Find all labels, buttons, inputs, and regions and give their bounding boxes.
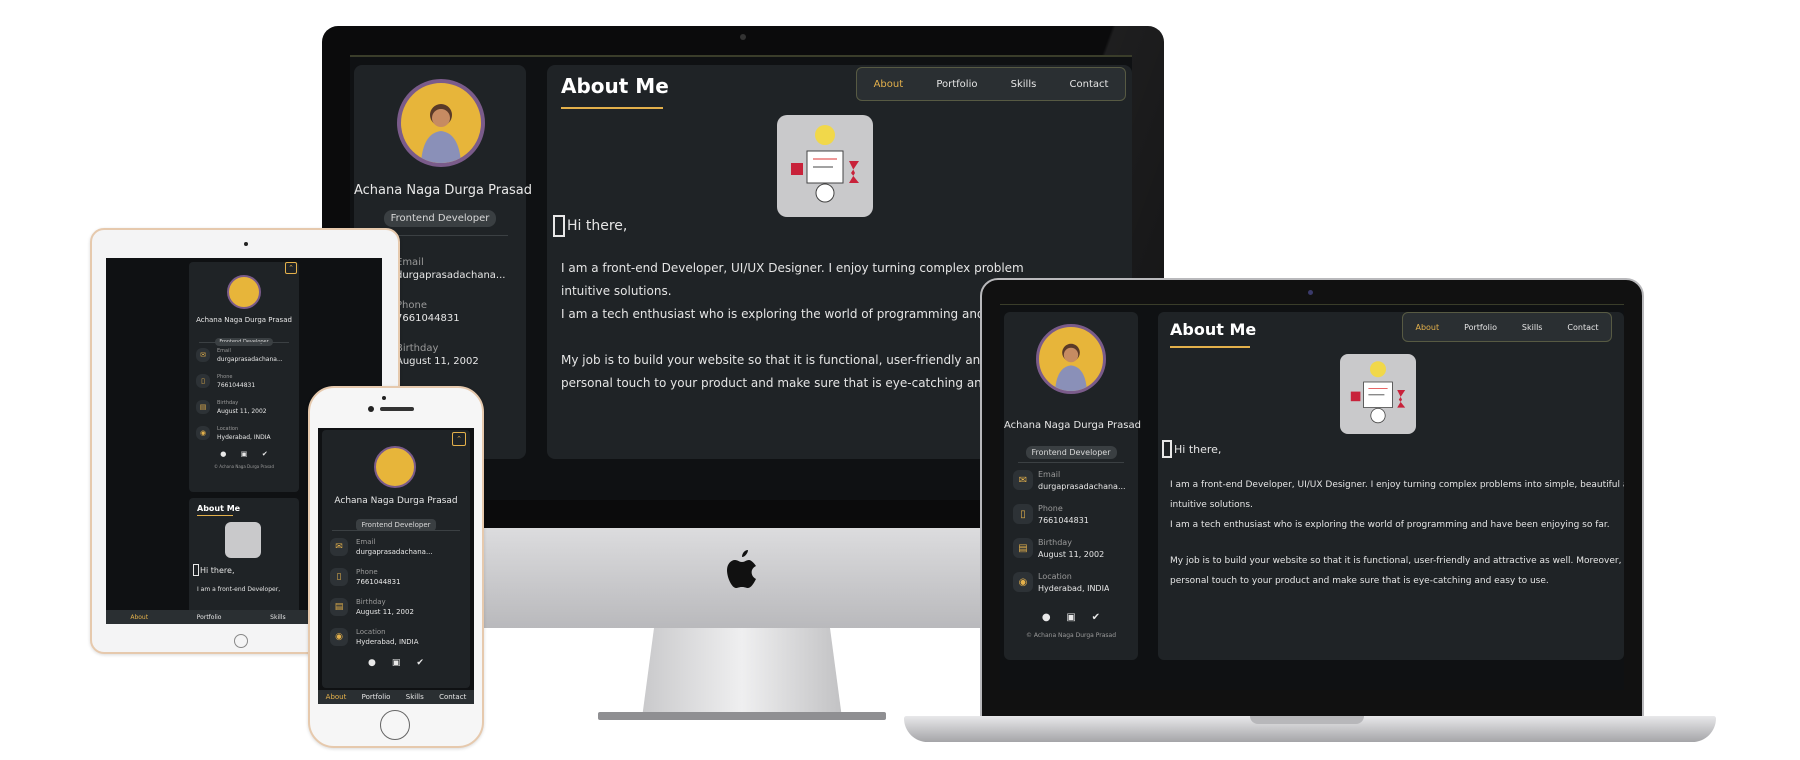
ipad-sidebar: ⌃ Achana Naga Durga Prasad Frontend Deve… <box>189 262 299 492</box>
twitter-icon[interactable]: ✔ <box>1092 612 1100 623</box>
imac-stand-base <box>598 712 886 720</box>
phone-label: Phone <box>396 300 427 311</box>
ipad-illustration <box>225 522 261 558</box>
iphone-home-button[interactable] <box>380 710 410 740</box>
iphone-location-icon: ◉ <box>330 628 348 646</box>
macbook-camera <box>1308 290 1313 295</box>
ipad-main: About Me Hi there, I am a front-end Deve… <box>189 498 299 614</box>
imac-topline <box>350 55 1132 57</box>
linkedin-icon[interactable]: ▣ <box>241 450 248 458</box>
mac-mail-icon: ✉ <box>1013 470 1033 490</box>
iphone-speaker <box>382 396 386 400</box>
mac-location-icon: ◉ <box>1013 572 1033 592</box>
iphone-avatar <box>374 446 416 488</box>
iphone-screen: ⌃ Achana Naga Durga Prasad Frontend Deve… <box>318 428 474 704</box>
ipad-profile-name: Achana Naga Durga Prasad <box>196 316 292 324</box>
ipad-calendar-icon: ▤ <box>196 400 210 414</box>
iphone-phone-icon: ▯ <box>330 568 348 586</box>
about-p2: I am a tech enthusiast who is exploring … <box>561 307 1018 321</box>
mac-sidebar: Achana Naga Durga Prasad Frontend Develo… <box>1004 312 1141 660</box>
text-cursor <box>553 215 565 237</box>
imac-camera <box>740 34 746 40</box>
email-label: Email <box>396 257 424 268</box>
nav-portfolio[interactable]: Portfolio <box>936 79 977 90</box>
ipad-expand-icon[interactable]: ⌃ <box>285 262 297 274</box>
nav-about[interactable]: About <box>874 79 904 90</box>
birthday-value: August 11, 2002 <box>396 356 479 367</box>
ipad-home-button[interactable] <box>234 634 248 648</box>
about-p1: I am a front-end Developer, UI/UX Design… <box>561 261 1024 275</box>
avatar <box>397 79 485 167</box>
title-underline <box>561 107 663 109</box>
developer-illustration <box>777 115 873 217</box>
macbook-screen: Achana Naga Durga Prasad Frontend Develo… <box>1000 304 1624 690</box>
ipad-location-icon: ◉ <box>196 426 210 440</box>
devices-mockup: Achana Naga Durga Prasad Frontend Develo… <box>0 0 1800 760</box>
iphone-expand-icon[interactable]: ⌃ <box>452 432 466 446</box>
page-title: About Me <box>561 74 669 98</box>
about-p3: My job is to build your website so that … <box>561 353 1021 367</box>
email-value[interactable]: durgaprasadachana... <box>396 270 524 281</box>
github-icon[interactable]: ● <box>1042 612 1051 623</box>
mac-social-links: ● ▣ ✔ <box>1034 612 1108 623</box>
linkedin-icon[interactable]: ▣ <box>1066 612 1075 623</box>
role-badge: Frontend Developer <box>383 210 497 227</box>
birthday-label: Birthday <box>396 343 439 354</box>
mac-footer: © Achana Naga Durga Prasad <box>1025 632 1117 639</box>
github-icon[interactable]: ● <box>220 450 226 458</box>
ipad-social-links: ● ▣ ✔ <box>213 450 275 458</box>
greeting: Hi there, <box>553 215 627 237</box>
ipad-mail-icon: ✉ <box>196 348 210 362</box>
ipad-avatar <box>227 275 261 309</box>
nav-skills[interactable]: Skills <box>1011 79 1037 90</box>
iphone-calendar-icon: ▤ <box>330 598 348 616</box>
about-p1b: intuitive solutions. <box>561 284 672 298</box>
macbook-notch <box>1250 716 1364 724</box>
twitter-icon[interactable]: ✔ <box>416 658 424 668</box>
github-icon[interactable]: ● <box>368 658 376 668</box>
iphone-mail-icon: ✉ <box>330 538 348 556</box>
phone-value[interactable]: 7661044831 <box>396 313 460 324</box>
mac-calendar-icon: ▤ <box>1013 538 1033 558</box>
mac-navbar: About Portfolio Skills Contact <box>1402 312 1612 342</box>
mac-main: About Me About Portfolio Skills Contact … <box>1158 312 1624 660</box>
ipad-phone-icon: ▯ <box>196 374 210 388</box>
apple-logo-icon <box>722 546 762 590</box>
ipad-camera <box>244 242 248 246</box>
iphone-sidebar: ⌃ Achana Naga Durga Prasad Frontend Deve… <box>322 430 470 688</box>
navbar: About Portfolio Skills Contact <box>856 67 1126 101</box>
profile-name: Achana Naga Durga Prasad <box>354 183 533 198</box>
linkedin-icon[interactable]: ▣ <box>392 658 401 668</box>
mac-illustration <box>1340 354 1416 434</box>
iphone-bottom-nav: About Portfolio Skills Contact <box>318 690 474 704</box>
twitter-icon[interactable]: ✔ <box>262 450 268 458</box>
ipad-footer: © Achana Naga Durga Prasad <box>213 464 275 469</box>
imac-stand <box>642 628 842 718</box>
iphone-social-links: ● ▣ ✔ <box>360 658 432 668</box>
about-p3b: personal touch to your product and make … <box>561 376 1022 390</box>
nav-contact[interactable]: Contact <box>1070 79 1109 90</box>
mac-avatar <box>1036 324 1106 394</box>
mac-phone-icon: ▯ <box>1013 504 1033 524</box>
